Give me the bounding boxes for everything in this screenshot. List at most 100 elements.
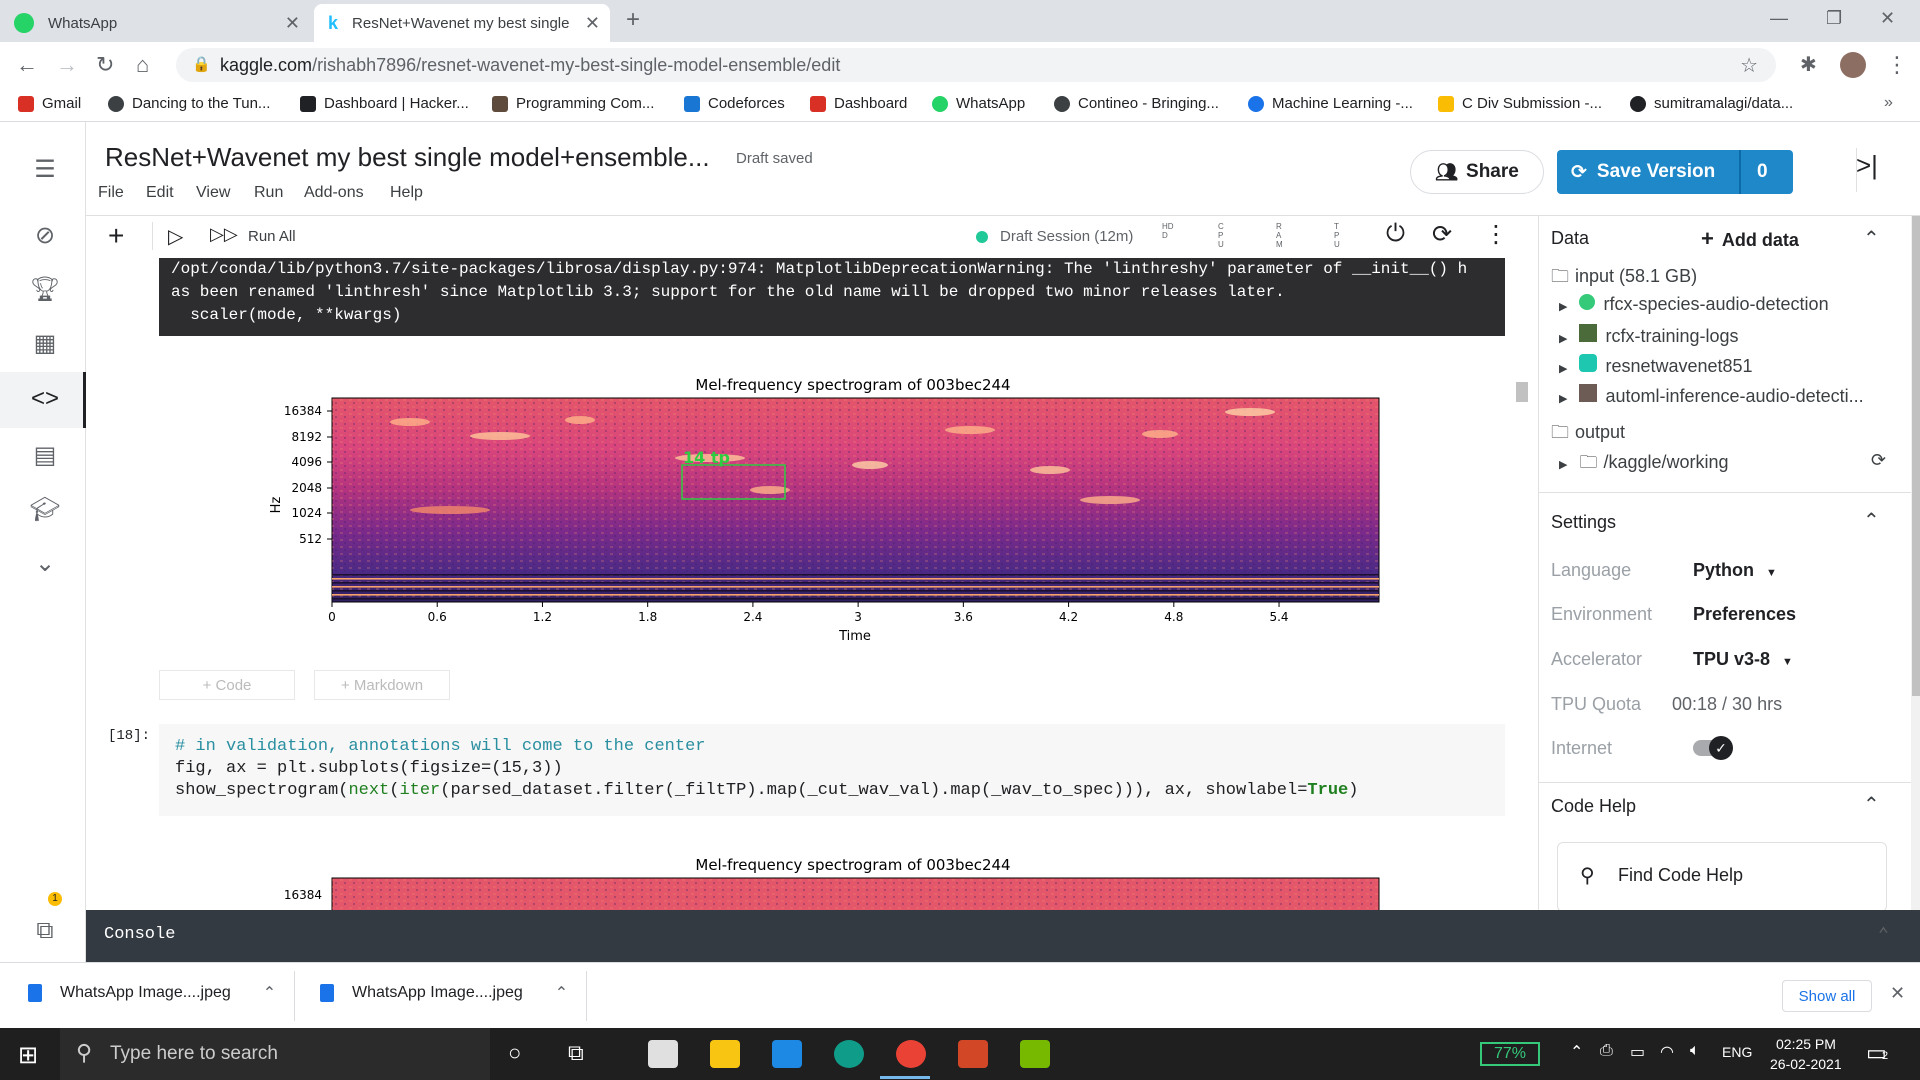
- home-icon[interactable]: ⌂: [136, 52, 149, 78]
- battery-widget[interactable]: 77%: [1480, 1042, 1540, 1066]
- language-select[interactable]: Python ▼: [1693, 560, 1777, 581]
- run-all-label[interactable]: Run All: [248, 228, 296, 245]
- new-tab-icon[interactable]: +: [626, 6, 640, 34]
- close-tab-icon[interactable]: ✕: [285, 13, 300, 34]
- trophy-icon[interactable]: 🏆︎: [28, 272, 62, 306]
- chevron-up-icon[interactable]: ⌃: [1878, 924, 1889, 946]
- bookmark-item[interactable]: Contineo - Bringing...: [1054, 95, 1219, 112]
- dataset-item[interactable]: ▶ automl-inference-audio-detecti...: [1559, 384, 1864, 407]
- run-cell-icon[interactable]: ▷: [168, 224, 183, 249]
- more-vert-icon[interactable]: ⋮: [1886, 52, 1908, 78]
- accelerator-select[interactable]: TPU v3-8 ▼: [1693, 649, 1793, 670]
- collapse-panel-icon[interactable]: >|: [1856, 150, 1878, 181]
- environment-link[interactable]: Preferences: [1693, 604, 1796, 625]
- chevron-up-icon[interactable]: ⌃: [263, 983, 276, 1003]
- close-window-icon[interactable]: ✕: [1880, 8, 1895, 29]
- forward-icon[interactable]: →: [56, 52, 78, 78]
- run-all-icon[interactable]: ▷▷: [210, 224, 238, 245]
- dataset-item[interactable]: ▶ rcfx-training-logs: [1559, 324, 1739, 347]
- version-count[interactable]: 0: [1757, 161, 1768, 183]
- notebooks-icon[interactable]: ⧉: [28, 914, 62, 948]
- save-version-button[interactable]: ⟳ Save Version 0: [1557, 150, 1793, 194]
- input-folder[interactable]: 🗀 input (58.1 GB): [1551, 264, 1697, 294]
- windows-start-icon[interactable]: ⊞: [18, 1041, 38, 1070]
- internet-toggle[interactable]: ✓: [1693, 736, 1733, 760]
- school-icon[interactable]: 🎓︎: [28, 492, 62, 526]
- chevron-up-icon[interactable]: ⌃: [1570, 1042, 1583, 1062]
- notebook-title[interactable]: ResNet+Wavenet my best single model+ense…: [105, 142, 710, 173]
- dataset-item[interactable]: ▶ resnetwavenet851: [1559, 354, 1753, 377]
- menu-edit[interactable]: Edit: [146, 184, 174, 202]
- restore-icon[interactable]: ❐: [1826, 8, 1842, 29]
- chevron-down-icon[interactable]: ⌄: [28, 546, 62, 580]
- chevron-up-icon[interactable]: ⌃: [1863, 508, 1880, 533]
- menu-file[interactable]: File: [98, 184, 124, 202]
- table-icon[interactable]: ▦: [28, 326, 62, 360]
- volume-icon[interactable]: 🔈︎: [1690, 1042, 1700, 1060]
- show-all-button[interactable]: Show all: [1782, 980, 1872, 1012]
- bookmark-item[interactable]: WhatsApp: [932, 95, 1025, 112]
- resource-meters[interactable]: HDD CPU RAM TPU: [1162, 222, 1340, 252]
- code-cell-editor[interactable]: # in validation, annotations will come t…: [159, 724, 1505, 816]
- menu-help[interactable]: Help: [390, 184, 423, 202]
- bookmark-item[interactable]: C Div Submission -...: [1438, 95, 1602, 112]
- discussion-icon[interactable]: ▤: [28, 438, 62, 472]
- console-bar[interactable]: Console ⌃: [86, 910, 1920, 962]
- output-folder[interactable]: 🗀 output: [1551, 420, 1625, 450]
- close-icon[interactable]: ✕: [1890, 983, 1905, 1004]
- add-data-button[interactable]: + Add data: [1701, 226, 1799, 252]
- file-explorer-icon[interactable]: [710, 1040, 740, 1068]
- android-studio-icon[interactable]: [1020, 1040, 1050, 1068]
- add-markdown-button[interactable]: + Markdown: [314, 670, 450, 700]
- add-cell-icon[interactable]: +: [108, 220, 124, 252]
- back-icon[interactable]: ←: [16, 52, 38, 78]
- chevron-up-icon[interactable]: ⌃: [1863, 226, 1880, 251]
- clock-date[interactable]: 26-02-2021: [1770, 1056, 1842, 1072]
- refresh-icon[interactable]: ⟳: [1871, 450, 1886, 471]
- edge-icon[interactable]: [834, 1040, 864, 1068]
- extensions-icon[interactable]: ✱: [1800, 52, 1817, 77]
- chevron-up-icon[interactable]: ⌃: [1863, 792, 1880, 817]
- scrollbar-thumb[interactable]: [1516, 382, 1528, 402]
- more-bookmarks-icon[interactable]: »: [1884, 94, 1893, 112]
- dataset-item[interactable]: ▶ rfcx-species-audio-detection: [1559, 294, 1829, 315]
- panel-scrollbar[interactable]: [1911, 216, 1920, 910]
- url-input[interactable]: 🔒 kaggle.com/rishabh7896/resnet-wavenet-…: [176, 48, 1776, 82]
- reload-icon[interactable]: ↻: [96, 52, 114, 78]
- wifi-icon[interactable]: ◠: [1660, 1042, 1674, 1062]
- taskbar-search-input[interactable]: ⚲ Type here to search: [60, 1028, 490, 1080]
- session-status[interactable]: Draft Session (12m): [1000, 228, 1133, 245]
- power-icon[interactable]: ⏻: [1386, 220, 1405, 248]
- compass-icon[interactable]: ⊘: [28, 218, 62, 252]
- chevron-up-icon[interactable]: ⌃: [555, 983, 568, 1003]
- bookmark-item[interactable]: Machine Learning -...: [1248, 95, 1413, 112]
- menu-run[interactable]: Run: [254, 184, 283, 202]
- find-code-help-input[interactable]: ⚲ Find Code Help: [1557, 842, 1887, 912]
- language-indicator[interactable]: ENG: [1722, 1044, 1752, 1060]
- menu-view[interactable]: View: [196, 184, 230, 202]
- close-tab-icon[interactable]: ✕: [585, 13, 600, 34]
- add-code-button[interactable]: + Code: [159, 670, 295, 700]
- bookmark-item[interactable]: Programming Com...: [492, 95, 654, 112]
- tab-whatsapp[interactable]: WhatsApp ✕: [14, 4, 310, 42]
- profile-avatar[interactable]: [1840, 52, 1866, 78]
- camera-icon[interactable]: ⎙: [1600, 1042, 1613, 1060]
- clock-time[interactable]: 02:25 PM: [1776, 1036, 1836, 1052]
- code-icon[interactable]: <>: [28, 382, 62, 416]
- share-button[interactable]: 👥︎ Share: [1410, 150, 1544, 194]
- bookmark-item[interactable]: Dashboard: [810, 95, 907, 112]
- download-item[interactable]: WhatsApp Image....jpeg ⌃: [320, 983, 568, 1003]
- cortana-icon[interactable]: ○: [508, 1040, 521, 1066]
- bookmark-item[interactable]: Codeforces: [684, 95, 785, 112]
- tab-kaggle[interactable]: k ResNet+Wavenet my best single ✕: [314, 4, 610, 42]
- bookmark-item[interactable]: Dancing to the Tun...: [108, 95, 270, 112]
- chrome-icon[interactable]: [896, 1040, 926, 1068]
- battery-icon[interactable]: ▭: [1630, 1042, 1645, 1062]
- bookmark-item[interactable]: sumitramalagi/data...: [1630, 95, 1793, 112]
- output-path-item[interactable]: ▶ 🗀/kaggle/working: [1559, 450, 1729, 480]
- scrollbar-thumb[interactable]: [1912, 216, 1920, 696]
- task-view-icon[interactable]: ⧉: [568, 1040, 584, 1066]
- bookmark-item[interactable]: Dashboard | Hacker...: [300, 95, 469, 112]
- download-item[interactable]: WhatsApp Image....jpeg ⌃: [28, 983, 276, 1003]
- notebook-cells[interactable]: /opt/conda/lib/python3.7/site-packages/l…: [86, 258, 1538, 910]
